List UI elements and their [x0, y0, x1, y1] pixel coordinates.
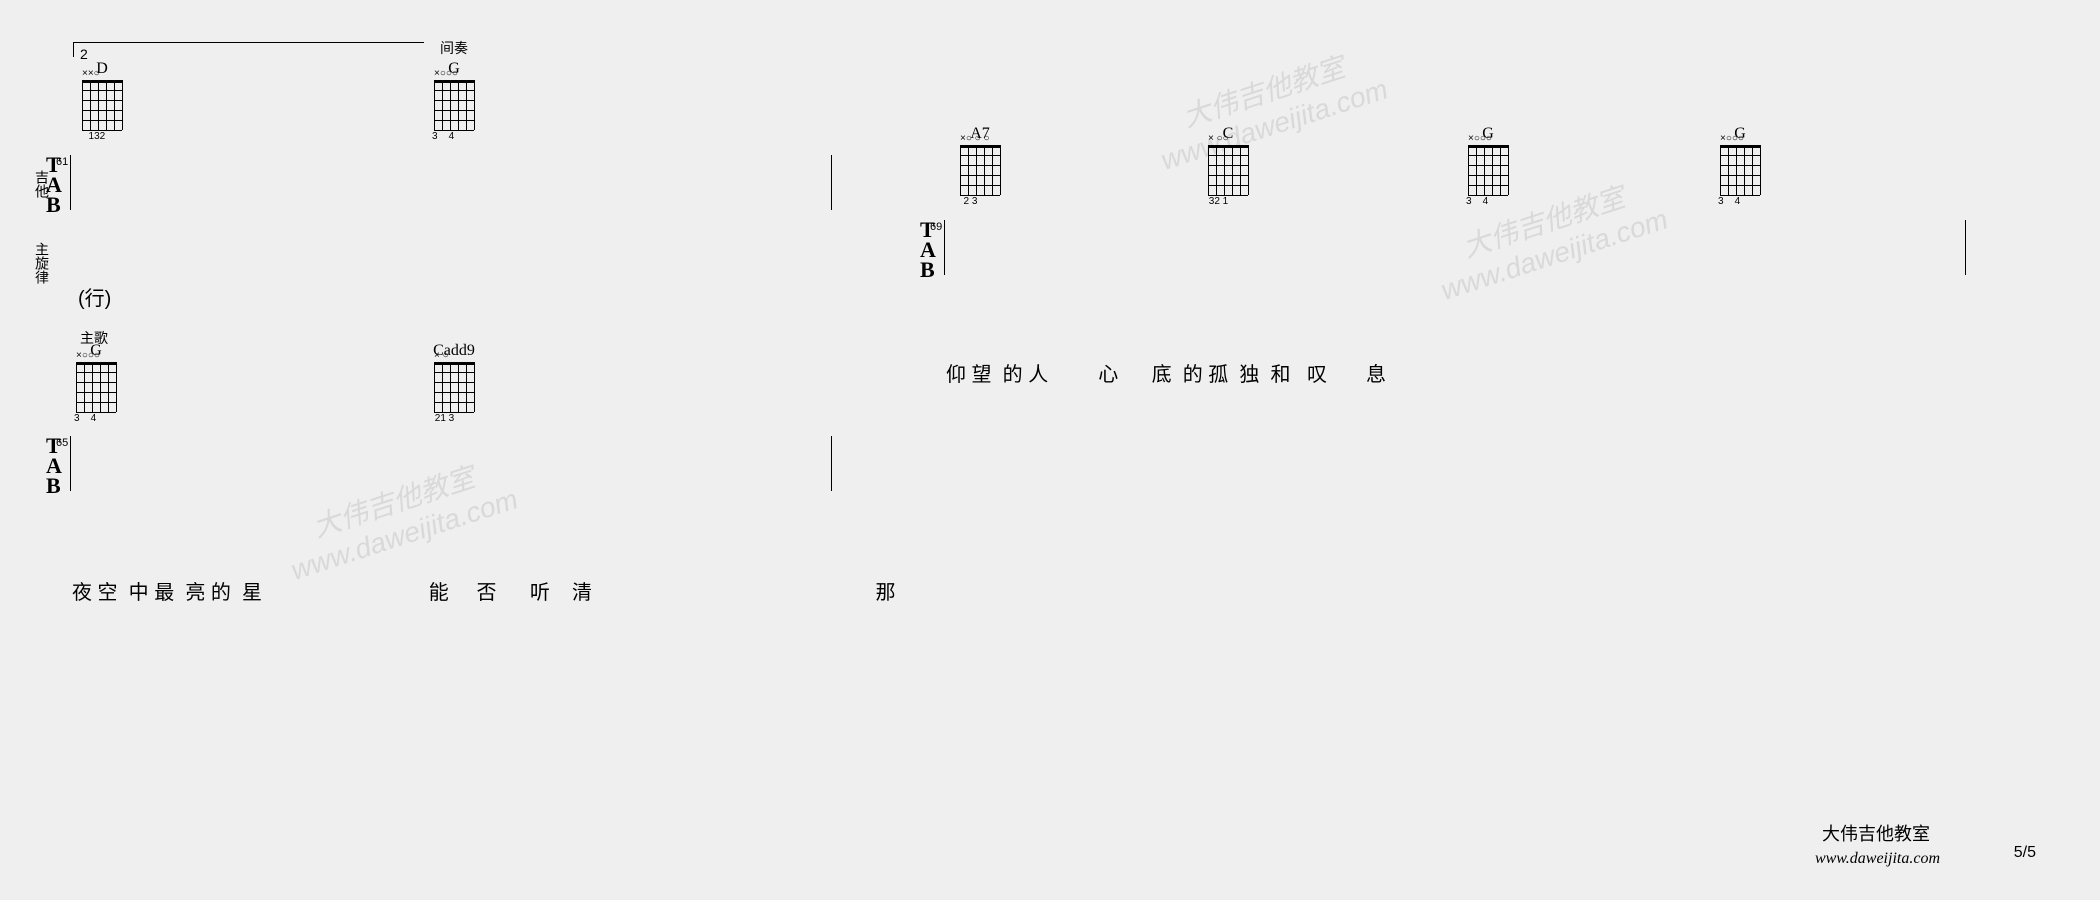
chord-diagram-g: G ×○○○ 3 4 — [1464, 125, 1512, 195]
footer-studio: 大伟吉他教室 — [1822, 820, 1930, 846]
tab-system-3: T A B — [944, 220, 1964, 275]
ending-bracket-2 — [73, 42, 424, 57]
footer-url: www.daweijita.com — [1815, 850, 1940, 868]
chord-diagram-g: G ×○○○ 3 4 — [72, 342, 120, 412]
chord-diagram-c: C × ○○ 32 1 — [1204, 125, 1252, 195]
tab-system-2: T A B — [70, 436, 830, 491]
lyric-row-3: 仰 望 的 人 心 底 的 孤 独 和 叹 息 — [946, 358, 1386, 387]
chord-diagram-a7: A7 ×○ ○ ○ 2 3 — [956, 125, 1004, 195]
lyric-row-1: (行) — [78, 282, 111, 311]
chord-diagram-g: G ×○○○ 3 4 — [430, 60, 478, 130]
chord-diagram-g: G ×○○○ 3 4 — [1716, 125, 1764, 195]
watermark: 大伟吉他教室 www.daweijita.com — [1145, 35, 1392, 177]
section-label-interlude: 间奏 — [440, 38, 468, 58]
lyric-row-2: 夜 空 中 最 亮 的 星 能 否 听 清 那 — [72, 576, 895, 605]
part-label-melody: 主旋律 — [32, 242, 52, 284]
chord-diagram-d: D ××○ /*grid drawn below globally via JS… — [78, 60, 126, 130]
footer-page: 5/5 — [2014, 844, 2036, 862]
chord-diagram-cadd9: Cadd9 × ○ 21 3 — [430, 342, 478, 412]
tab-system-1: T A B — [70, 155, 830, 210]
